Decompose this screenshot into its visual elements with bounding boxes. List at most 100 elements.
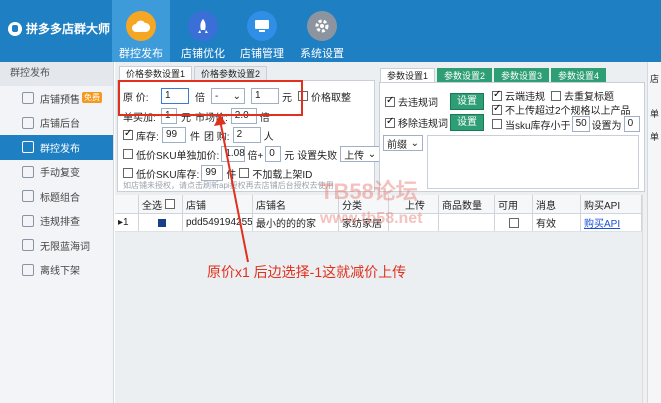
watermark-url: www.tb58.net: [320, 210, 423, 227]
stock-label: 库存:: [136, 131, 159, 143]
sidebar-item-label: 店铺预售: [40, 94, 80, 106]
set-button-1[interactable]: 设置: [450, 93, 484, 110]
dedup-checkbox[interactable]: [551, 90, 561, 101]
prefix-select[interactable]: 前缀 ⌄: [383, 135, 423, 151]
cell-count: [439, 214, 495, 231]
fail-select[interactable]: 上传 ⌄: [340, 146, 381, 162]
row-indicator: ▸ 1: [115, 214, 139, 231]
buy-api-link[interactable]: 购买API: [581, 214, 642, 231]
title-icon: [22, 190, 34, 203]
sidebar: 群控发布 店铺预售 免费 店铺后台 群控发布 手动复变 标题组合 违规排查 无限…: [0, 62, 114, 403]
sidebar-item-label: 标题组合: [40, 192, 80, 204]
stock-checkbox[interactable]: [123, 128, 133, 140]
pieces-label: 件: [190, 131, 200, 143]
sku-less-checkbox[interactable]: [492, 119, 502, 129]
offline-icon: [22, 263, 34, 276]
sidebar-item-offline[interactable]: 离线下架: [0, 258, 113, 283]
set-button-2[interactable]: 设置: [450, 114, 484, 131]
nav-label: 店铺优化: [181, 48, 225, 60]
sku-stock-label: 低价SKU库存:: [136, 169, 200, 181]
select-all-checkbox[interactable]: [165, 199, 175, 209]
right-strip: 店 单 单: [647, 62, 661, 403]
select-all-label: 全选: [142, 200, 162, 212]
nav-manage[interactable]: 店铺管理: [233, 0, 291, 62]
nav-label: 群控发布: [119, 48, 163, 60]
row-checkbox[interactable]: [158, 218, 166, 227]
nav-settings[interactable]: 系统设置: [293, 0, 351, 62]
cloud-check-checkbox[interactable]: [492, 89, 502, 101]
sidebar-item-presale[interactable]: 店铺预售 免费: [0, 86, 113, 111]
col-select-all[interactable]: 全选: [139, 195, 183, 213]
backend-icon: [22, 116, 34, 129]
sidebar-item-publish[interactable]: 群控发布: [0, 135, 113, 160]
row-select[interactable]: [139, 214, 183, 231]
sidebar-item-label: 群控发布: [40, 143, 80, 155]
remove-violation-label: 移除违规词: [398, 119, 448, 130]
nav-publish[interactable]: 群控发布: [112, 0, 170, 62]
chevron-down-icon: ⌄: [410, 137, 419, 149]
sidebar-item-manual[interactable]: 手动复变: [0, 160, 113, 185]
cloud-check-label: 云端违规: [505, 92, 545, 103]
param-panel: 去违规词 设置 移除违规词 设置 云端违规 去重复标题 不上传超过2个规格以上产…: [379, 82, 645, 192]
watermark-main: TB58论坛: [320, 179, 418, 204]
tab-price-2[interactable]: 价格参数设置2: [194, 66, 268, 80]
sidebar-item-label: 手动复变: [40, 168, 80, 180]
rocket-icon: [188, 11, 218, 41]
people-label: 人: [263, 131, 274, 143]
publish-icon: [22, 141, 34, 154]
right-strip-label: 单: [650, 109, 660, 119]
cloud-icon: [126, 11, 156, 41]
right-strip-label: 店: [650, 74, 660, 84]
sku-plus-input[interactable]: 0: [265, 146, 282, 162]
cell-available[interactable]: [495, 214, 533, 231]
available-checkbox[interactable]: [508, 217, 519, 228]
manual-icon: [22, 165, 34, 178]
free-badge: 免费: [82, 92, 102, 103]
tab-param-2[interactable]: 参数设置2: [437, 68, 493, 82]
col-message: 消息: [533, 195, 581, 213]
chevron-down-icon: ⌄: [367, 148, 377, 160]
tab-param-4[interactable]: 参数设置4: [551, 68, 607, 82]
no-shelf-label: 不加载上架ID: [252, 169, 313, 181]
sku-low-checkbox[interactable]: [123, 149, 133, 159]
remove-brand-checkbox[interactable]: [385, 95, 395, 107]
tab-param-1[interactable]: 参数设置1: [380, 68, 436, 82]
sku-stock-checkbox[interactable]: [123, 168, 133, 178]
remove-violation-checkbox[interactable]: [385, 116, 395, 128]
sidebar-item-title[interactable]: 标题组合: [0, 184, 113, 209]
right-strip-label: 单: [650, 132, 660, 142]
app-title: 拼多多店群大师: [26, 22, 111, 36]
col-buy-api: 购买API: [581, 195, 642, 213]
violation-icon: [22, 214, 34, 227]
row-indicator-header: [115, 195, 139, 213]
stock-input[interactable]: 99: [162, 127, 186, 143]
dedup-label: 去重复标题: [564, 92, 614, 103]
sidebar-item-label: 离线下架: [40, 266, 80, 278]
fail-label: 设置失败: [297, 150, 338, 162]
highlight-box: [118, 80, 303, 116]
annotation-arrow-icon: [214, 114, 249, 263]
cell-message: 有效: [533, 214, 581, 231]
tab-param-3[interactable]: 参数设置3: [494, 68, 550, 82]
sidebar-item-label: 违规排查: [40, 217, 80, 229]
keyword-icon: [22, 239, 34, 252]
top-bar: 拼多多店群大师 群控发布 店铺优化 店铺管理 系统设置: [0, 0, 661, 62]
sku-less-input[interactable]: 50: [571, 116, 590, 132]
gear-icon: [307, 11, 337, 41]
row-index: 1: [123, 217, 129, 228]
price-tabs: 价格参数设置1 价格参数设置2: [119, 66, 269, 80]
nav-label: 系统设置: [300, 48, 344, 60]
col-available: 可用: [495, 195, 533, 213]
sidebar-item-violation[interactable]: 违规排查: [0, 209, 113, 234]
sidebar-item-backend[interactable]: 店铺后台: [0, 111, 113, 136]
no-upload-checkbox[interactable]: [492, 103, 502, 115]
sidebar-item-keyword[interactable]: 无限蓝海词: [0, 233, 113, 258]
nav-optimize[interactable]: 店铺优化: [174, 0, 232, 62]
sku-low-label: 低价SKU单独加价:: [136, 150, 220, 162]
sku-less-label: 当sku库存小于: [505, 120, 571, 132]
sidebar-title: 群控发布: [0, 62, 113, 86]
set-to-input[interactable]: 0: [623, 116, 640, 132]
presale-icon: [22, 92, 34, 105]
tab-price-1[interactable]: 价格参数设置1: [119, 66, 193, 80]
prefix-textarea[interactable]: [427, 135, 639, 189]
